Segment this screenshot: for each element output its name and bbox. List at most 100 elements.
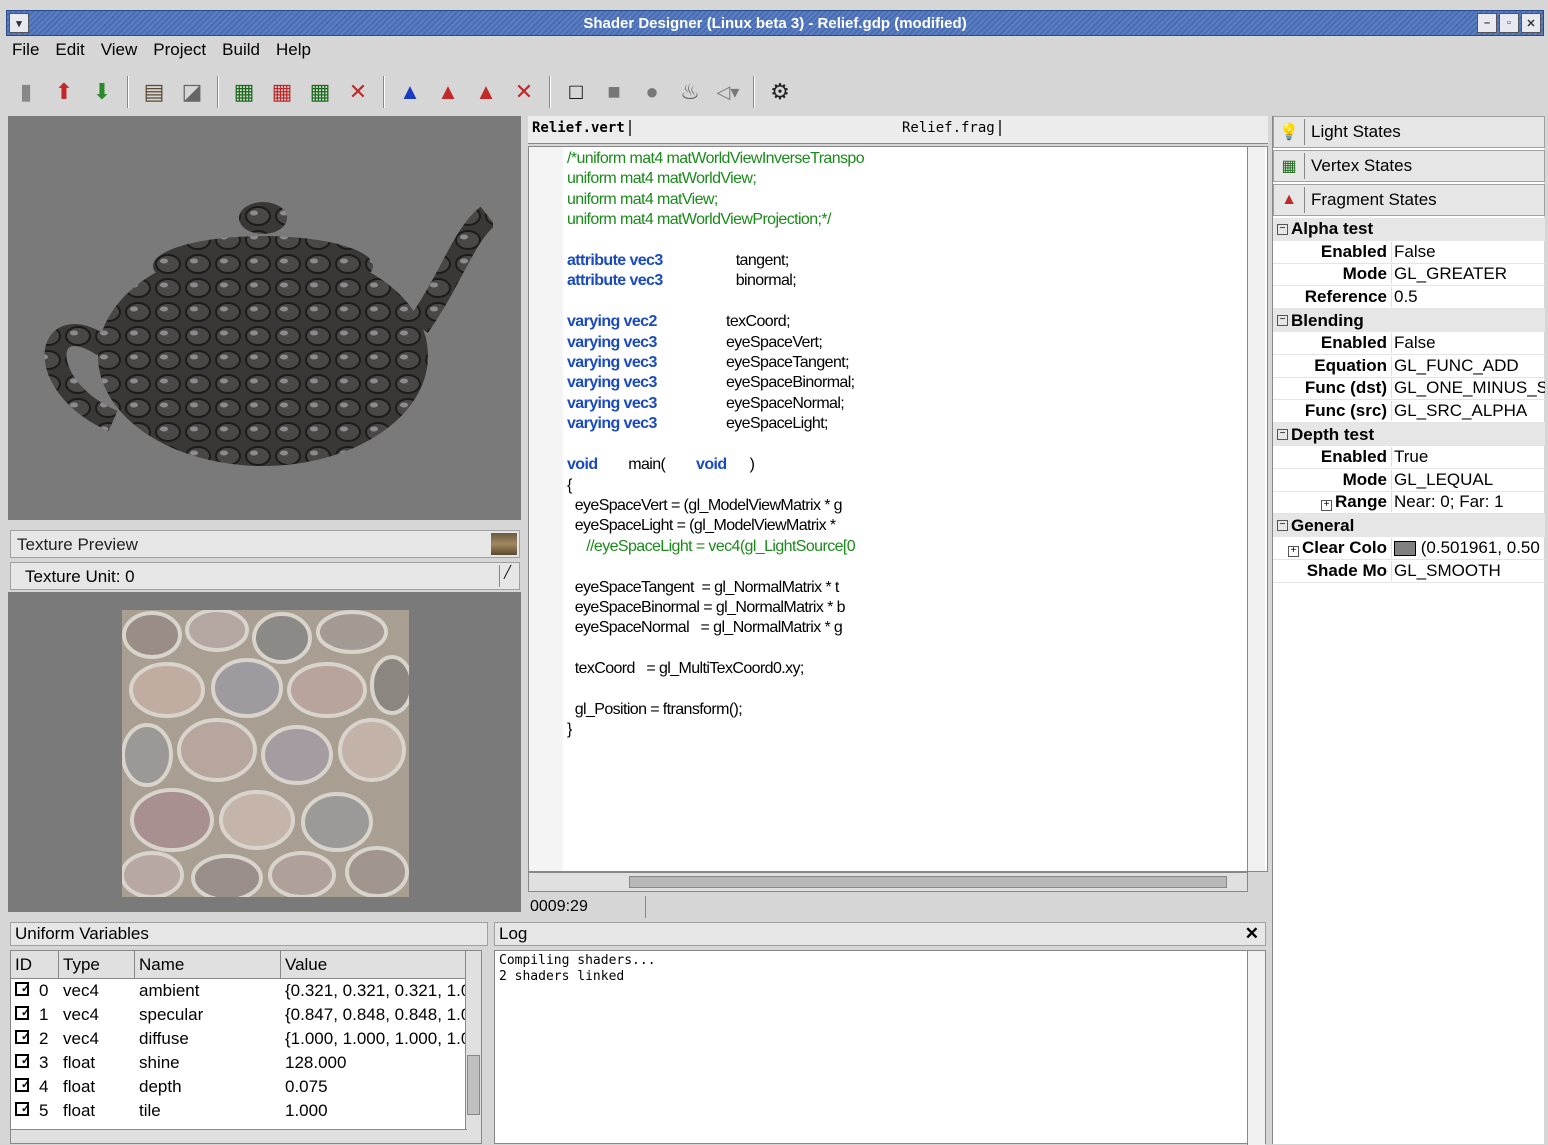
custom-mesh-dropdown-icon[interactable]: ◁▾ <box>712 76 744 108</box>
shader-source-code[interactable]: /*uniform mat4 matWorldViewInverseTransp… <box>567 149 865 741</box>
window-menu-button[interactable]: ▾ <box>9 13 29 33</box>
vertex-shader-save-icon[interactable]: ▦ <box>304 76 336 108</box>
minimize-button[interactable]: – <box>1477 13 1497 33</box>
row-value[interactable]: {0.847, 0.848, 0.848, 1.00 <box>281 1005 471 1025</box>
table-row[interactable]: ✓ 0 vec4 ambient {0.321, 0.321, 0.321, 1.… <box>11 979 481 1003</box>
texture-unit-select[interactable]: Texture Unit: 0 ╱ <box>10 562 520 590</box>
property-row[interactable]: Reference 0.5 <box>1273 286 1545 310</box>
horizontal-scrollbar[interactable] <box>11 1129 467 1143</box>
property-row[interactable]: Enabled False <box>1273 241 1545 264</box>
texture-thumbnail-icon[interactable] <box>491 533 517 555</box>
checkbox-checked-icon[interactable]: ✓ <box>15 982 29 996</box>
collapse-icon[interactable]: − <box>1277 520 1288 532</box>
property-value[interactable]: GL_SMOOTH <box>1391 560 1545 581</box>
row-value[interactable]: 0.075 <box>281 1077 471 1097</box>
cube-mesh-icon[interactable]: ■ <box>598 76 630 108</box>
column-header-id[interactable]: ID <box>11 951 59 978</box>
menu-view[interactable]: View <box>99 40 140 62</box>
checkbox-checked-icon[interactable]: ✓ <box>15 1054 29 1068</box>
property-value[interactable]: (0.501961, 0.50 <box>1391 538 1545 559</box>
table-row[interactable]: ✓ 5 float tile 1.000 <box>11 1099 481 1123</box>
color-swatch[interactable] <box>1394 541 1416 557</box>
export-icon[interactable]: ⬆ <box>48 76 80 108</box>
tab-fragment-states[interactable]: ▲ Fragment States <box>1273 184 1545 216</box>
texture-edit-icon[interactable]: ◪ <box>176 76 208 108</box>
tab-relief-vert[interactable]: Relief.vert <box>532 120 631 136</box>
menu-build[interactable]: Build <box>220 40 262 62</box>
fragment-shader-add-icon[interactable]: ▲ <box>432 76 464 108</box>
property-row[interactable]: Enabled True <box>1273 446 1545 469</box>
table-row[interactable]: ✓ 2 vec4 diffuse {1.000, 1.000, 1.000, 1.… <box>11 1027 481 1051</box>
database-icon[interactable]: ▮ <box>10 76 42 108</box>
property-value[interactable]: False <box>1391 332 1545 353</box>
property-value[interactable]: GL_LEQUAL <box>1391 469 1545 490</box>
property-row[interactable]: Equation GL_FUNC_ADD <box>1273 355 1545 378</box>
3d-preview-viewport[interactable] <box>8 116 521 520</box>
row-value[interactable]: {0.321, 0.321, 0.321, 1.00 <box>281 981 471 1001</box>
tab-relief-frag[interactable]: Relief.frag <box>902 120 1001 136</box>
column-header-value[interactable]: Value <box>281 951 471 978</box>
menu-help[interactable]: Help <box>274 40 313 62</box>
expand-icon[interactable]: + <box>1287 546 1299 558</box>
vertex-shader-add-icon[interactable]: ▦ <box>266 76 298 108</box>
checkbox-checked-icon[interactable]: ✓ <box>15 1006 29 1020</box>
import-icon[interactable]: ⬇ <box>86 76 118 108</box>
section-depth-test[interactable]: − Depth test <box>1273 423 1545 446</box>
property-row[interactable]: Enabled False <box>1273 332 1545 355</box>
property-value[interactable]: GL_SRC_ALPHA <box>1391 401 1545 422</box>
property-row[interactable]: Shade Mo GL_SMOOTH <box>1273 560 1545 583</box>
column-header-type[interactable]: Type <box>59 951 135 978</box>
texture-panel-icon[interactable]: ▤ <box>138 76 170 108</box>
checkbox-checked-icon[interactable]: ✓ <box>15 1030 29 1044</box>
close-button[interactable]: ✕ <box>1521 13 1541 33</box>
checkbox-checked-icon[interactable]: ✓ <box>15 1078 29 1092</box>
property-value[interactable]: False <box>1391 241 1545 262</box>
fragment-shader-save-icon[interactable]: ▲ <box>470 76 502 108</box>
editor-horizontal-scrollbar[interactable] <box>528 872 1248 892</box>
scrollbar-thumb[interactable] <box>629 876 1227 888</box>
menu-project[interactable]: Project <box>151 40 208 62</box>
table-row[interactable]: ✓ 3 float shine 128.000 <box>11 1051 481 1075</box>
property-value[interactable]: GL_FUNC_ADD <box>1391 355 1545 376</box>
maximize-button[interactable]: ▫ <box>1499 13 1519 33</box>
scrollbar-thumb[interactable] <box>467 1055 480 1115</box>
collapse-icon[interactable]: − <box>1277 223 1288 235</box>
menu-edit[interactable]: Edit <box>53 40 86 62</box>
property-row[interactable]: Mode GL_GREATER <box>1273 264 1545 287</box>
row-value[interactable]: 128.000 <box>281 1053 471 1073</box>
section-general[interactable]: − General <box>1273 514 1545 538</box>
fragment-shader-remove-icon[interactable]: ✕ <box>508 76 540 108</box>
property-row[interactable]: Mode GL_LEQUAL <box>1273 469 1545 492</box>
property-row[interactable]: Func (dst) GL_ONE_MINUS_S <box>1273 378 1545 401</box>
build-gears-icon[interactable]: ⚙ <box>764 76 796 108</box>
teapot-mesh-icon[interactable]: ♨ <box>674 76 706 108</box>
plane-mesh-icon[interactable]: □ <box>560 76 592 108</box>
checkbox-checked-icon[interactable]: ✓ <box>15 1102 29 1116</box>
row-value[interactable]: 1.000 <box>281 1101 471 1121</box>
property-row[interactable]: + Range Near: 0; Far: 1 <box>1273 492 1545 515</box>
editor-vertical-scrollbar[interactable] <box>1247 147 1265 871</box>
dropdown-arrow-icon[interactable]: ╱ <box>499 565 515 587</box>
fragment-shader-icon[interactable]: ▲ <box>394 76 426 108</box>
tab-vertex-states[interactable]: ▦ Vertex States <box>1273 150 1545 182</box>
section-alpha-test[interactable]: − Alpha test <box>1273 218 1545 241</box>
collapse-icon[interactable]: − <box>1277 315 1288 327</box>
property-value[interactable]: GL_GREATER <box>1391 264 1545 285</box>
section-blending[interactable]: − Blending <box>1273 309 1545 332</box>
expand-icon[interactable]: + <box>1321 500 1333 512</box>
menu-file[interactable]: File <box>10 40 41 62</box>
table-row[interactable]: ✓ 1 vec4 specular {0.847, 0.848, 0.848, 1… <box>11 1003 481 1027</box>
tab-light-states[interactable]: 💡 Light States <box>1273 116 1545 148</box>
row-value[interactable]: {1.000, 1.000, 1.000, 1.00 <box>281 1029 471 1049</box>
property-row[interactable]: Func (src) GL_SRC_ALPHA <box>1273 400 1545 424</box>
column-header-name[interactable]: Name <box>135 951 281 978</box>
sphere-mesh-icon[interactable]: ● <box>636 76 668 108</box>
property-value[interactable]: Near: 0; Far: 1 <box>1391 492 1545 513</box>
table-row[interactable]: ✓ 4 float depth 0.075 <box>11 1075 481 1099</box>
close-icon[interactable]: ✕ <box>1245 924 1259 944</box>
vertical-scrollbar[interactable] <box>465 951 481 1143</box>
log-vertical-scrollbar[interactable] <box>1247 951 1265 1145</box>
shader-code-editor[interactable]: /*uniform mat4 matWorldViewInverseTransp… <box>528 146 1268 872</box>
vertex-shader-remove-icon[interactable]: ✕ <box>342 76 374 108</box>
property-value[interactable]: 0.5 <box>1391 287 1545 308</box>
